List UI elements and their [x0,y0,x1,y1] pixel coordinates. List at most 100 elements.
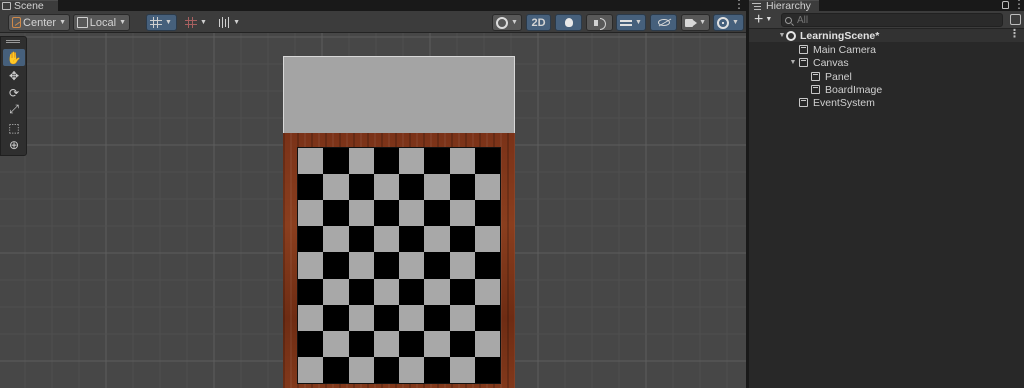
board-square [399,252,425,279]
board-square [449,330,475,357]
chevron-down-icon: ▼ [765,15,773,23]
grid-visibility-dropdown[interactable]: ▼ [146,14,177,31]
chevron-down-icon: ▼ [233,19,240,26]
board-square [298,330,324,357]
board-square [449,278,475,305]
board-square [474,174,500,201]
board-square [348,148,374,175]
board-square [449,174,475,201]
transform-tool-icon[interactable]: ⊕ [3,136,25,153]
board-square [399,278,425,305]
board-square [323,356,349,383]
board-square [298,226,324,253]
audio-toggle-button[interactable] [586,14,613,31]
create-add-button[interactable]: + ▼ [754,11,778,27]
chevron-down-icon: ▼ [732,19,739,26]
board-square [348,200,374,227]
board-square [399,174,425,201]
board-square [348,304,374,331]
board-square [474,226,500,253]
scene-visibility-toggle[interactable] [650,14,677,31]
scene-menu-kebab-icon[interactable]: ⋮ [733,0,745,10]
board-square [424,252,450,279]
foldout-expanded-icon[interactable]: ▼ [778,32,786,39]
board-square [373,252,399,279]
board-square [298,356,324,383]
mode-2d-label: 2D [531,16,546,29]
board-square [474,252,500,279]
board-square [298,148,324,175]
move-tool-icon[interactable]: ✥ [3,67,25,84]
hierarchy-search-field[interactable] [781,13,1003,27]
scene-row-kebab-icon[interactable]: ⋮ [1009,29,1020,40]
board-square [449,356,475,383]
hierarchy-toolbar: + ▼ [749,11,1024,29]
board-square [424,356,450,383]
board-square [474,148,500,175]
hierarchy-item-canvas[interactable]: ▼ Canvas [749,56,1024,69]
chevron-down-icon: ▼ [59,19,66,26]
toggle-2d-button[interactable]: 2D [526,14,551,31]
draw-mode-dropdown[interactable]: ▼ [492,14,522,31]
scene-toolbar: Center ▼ Local ▼ ▼ ▼ ▼ ▼ 2D ▼ ▼ ▼ [0,11,746,33]
effects-dropdown[interactable]: ▼ [616,14,646,31]
chevron-down-icon: ▼ [511,19,518,26]
board-square [424,174,450,201]
lighting-toggle-button[interactable] [555,14,582,31]
tab-hierarchy[interactable]: Hierarchy [749,0,819,12]
board-square [424,278,450,305]
pivot-center-dropdown[interactable]: Center ▼ [8,14,70,31]
scene-row[interactable]: ▼ LearningScene* ⋮ [749,29,1024,42]
hierarchy-item-main-camera[interactable]: Main Camera [749,43,1024,56]
hierarchy-menu-kebab-icon[interactable]: ⋮ [1013,0,1024,10]
hierarchy-item-panel[interactable]: Panel [749,70,1024,83]
rotate-tool-icon[interactable]: ⟳ [3,84,25,101]
lock-icon[interactable] [1002,1,1009,9]
gizmos-dropdown[interactable]: ▼ [713,14,744,31]
board-image[interactable] [297,147,501,384]
board-square [348,278,374,305]
board-square [424,226,450,253]
scene-tab-label: Scene [14,0,44,12]
board-square [373,330,399,357]
board-square [298,304,324,331]
board-square [399,330,425,357]
item-label: EventSystem [813,96,875,109]
foldout-expanded-icon[interactable]: ▼ [789,59,797,66]
gameobject-icon [799,58,808,67]
view-tool-hand-icon[interactable]: ✋ [3,49,25,66]
board-square [348,252,374,279]
board-square [348,356,374,383]
board-square [323,200,349,227]
board-square [373,304,399,331]
item-label: Main Camera [813,43,877,56]
camera-settings-dropdown[interactable]: ▼ [681,14,710,31]
hierarchy-item-eventsystem[interactable]: EventSystem [749,96,1024,109]
board-square [424,148,450,175]
board-square [373,148,399,175]
board-square [474,278,500,305]
hierarchy-item-boardimage[interactable]: BoardImage [749,83,1024,96]
scale-tool-icon[interactable]: ⤢ [3,101,25,118]
board-square [298,252,324,279]
board-square [298,278,324,305]
search-input[interactable] [797,14,987,26]
board-square [323,278,349,305]
gizmos-icon [717,16,729,29]
grid-snapping-dropdown[interactable]: ▼ [181,14,211,31]
scene-viewport[interactable] [0,33,746,388]
search-by-type-icon[interactable] [1010,14,1021,25]
chevron-down-icon: ▼ [635,19,642,26]
board-square [298,174,324,201]
shaded-mode-icon [496,16,508,29]
camera-icon [685,18,698,27]
increment-snap-icon [218,17,231,28]
board-square [323,304,349,331]
rect-tool-icon[interactable]: ⬚ [3,119,25,136]
increment-snapping-dropdown[interactable]: ▼ [214,14,244,31]
tab-scene[interactable]: Scene [0,0,58,11]
space-local-dropdown[interactable]: Local ▼ [73,14,130,31]
board-square [323,174,349,201]
palette-drag-handle[interactable] [6,40,20,43]
board-square [424,200,450,227]
